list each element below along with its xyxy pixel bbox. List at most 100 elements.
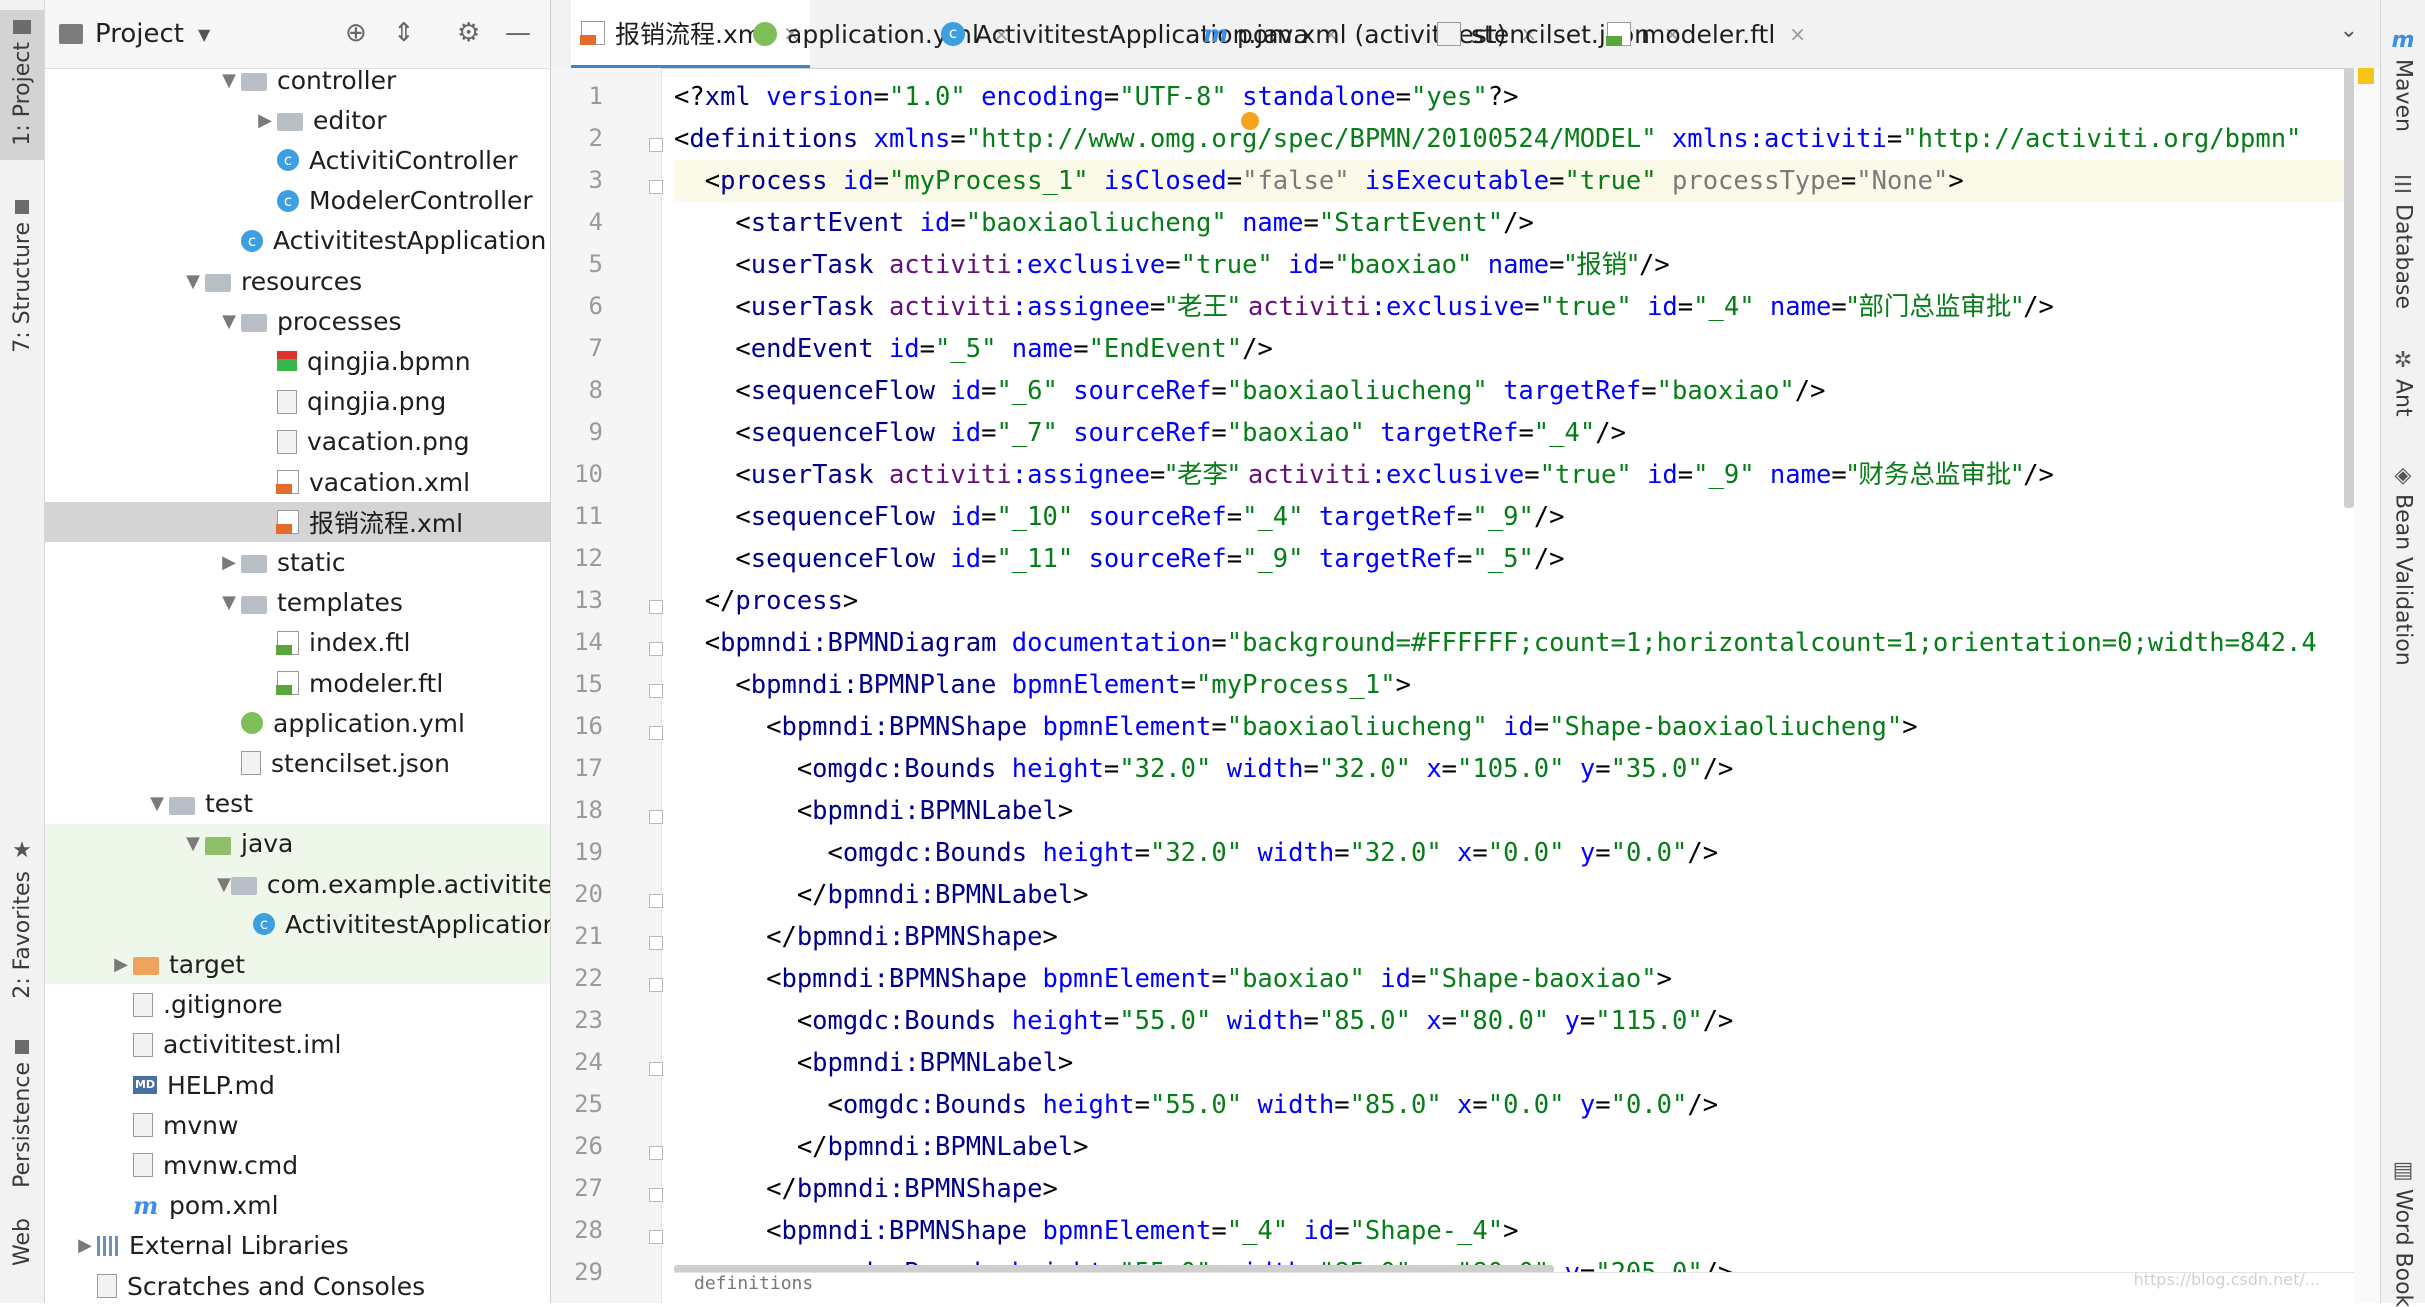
chevron-right-icon[interactable]: ▶: [253, 110, 277, 131]
tree-item[interactable]: ▶ target: [45, 944, 550, 985]
code-line[interactable]: <bpmndi:BPMNShape bpmnElement="baoxiaoli…: [674, 706, 1918, 748]
tree-item[interactable]: c ActivititestApplication: [45, 904, 550, 945]
tree-item[interactable]: application.yml: [45, 703, 550, 743]
tool-tab-database[interactable]: ☰ Database: [2381, 165, 2425, 335]
code-line[interactable]: <userTask activiti:exclusive="true" id="…: [674, 244, 1669, 286]
project-view-selector[interactable]: Project: [95, 19, 184, 49]
tree-item[interactable]: ▼ java: [45, 823, 550, 864]
tree-item[interactable]: ▼ resources: [45, 261, 550, 301]
tool-tab-favorites[interactable]: ★ 2: Favorites: [0, 830, 44, 1000]
code-line[interactable]: <omgdc:Bounds height="55.0" width="85.0"…: [674, 1000, 1734, 1042]
locate-file-icon[interactable]: ⊕: [345, 20, 367, 46]
tree-item[interactable]: ▼ templates: [45, 583, 550, 623]
fold-marker-icon[interactable]: [649, 1188, 663, 1202]
code-line[interactable]: <sequenceFlow id="_6" sourceRef="baoxiao…: [674, 370, 1825, 412]
code-line[interactable]: <bpmndi:BPMNShape bpmnElement="baoxiao" …: [674, 958, 1672, 1000]
code-line[interactable]: <userTask activiti:assignee="老王" activit…: [674, 286, 2053, 328]
code-line[interactable]: <bpmndi:BPMNLabel>: [674, 1042, 1073, 1084]
tree-item[interactable]: ▶ static: [45, 542, 550, 582]
code-area[interactable]: <?xml version="1.0" encoding="UTF-8" sta…: [674, 68, 2374, 1303]
tree-item[interactable]: vacation.png: [45, 422, 550, 462]
chevron-down-icon[interactable]: ▼: [217, 874, 231, 895]
chevron-down-icon[interactable]: ▼: [145, 793, 169, 814]
gear-icon[interactable]: ⚙: [457, 20, 480, 46]
chevron-down-icon[interactable]: ▼: [198, 25, 210, 44]
tree-item[interactable]: c ActivitiController: [45, 140, 550, 180]
chevron-down-icon[interactable]: ▼: [217, 70, 241, 91]
tree-item[interactable]: ▶ editor: [45, 100, 550, 140]
code-line[interactable]: <bpmndi:BPMNDiagram documentation="backg…: [674, 622, 2317, 664]
close-icon[interactable]: ×: [1789, 22, 1806, 46]
fold-marker-icon[interactable]: [649, 642, 663, 656]
tree-item[interactable]: mvnw: [45, 1105, 550, 1145]
fold-marker-icon[interactable]: [649, 684, 663, 698]
tree-item[interactable]: .gitignore: [45, 985, 550, 1025]
code-line[interactable]: <bpmndi:BPMNLabel>: [674, 790, 1073, 832]
chevron-right-icon[interactable]: ▶: [217, 552, 241, 573]
tool-tab-word-book[interactable]: ▤ Word Book: [2381, 1150, 2425, 1307]
tree-item[interactable]: c ActivititestApplication: [45, 221, 550, 261]
fold-marker-icon[interactable]: [649, 1062, 663, 1076]
tree-item[interactable]: 报销流程.xml: [45, 502, 550, 543]
code-line[interactable]: </bpmndi:BPMNShape>: [674, 1168, 1058, 1210]
fold-marker-icon[interactable]: [649, 600, 663, 614]
fold-marker-icon[interactable]: [649, 810, 663, 824]
code-line[interactable]: <sequenceFlow id="_10" sourceRef="_4" ta…: [674, 496, 1564, 538]
tree-item[interactable]: m pom.xml: [45, 1186, 550, 1226]
fold-marker-icon[interactable]: [649, 894, 663, 908]
code-line[interactable]: <omgdc:Bounds height="32.0" width="32.0"…: [674, 748, 1734, 790]
code-line[interactable]: <userTask activiti:assignee="老李" activit…: [674, 454, 2053, 496]
tree-item[interactable]: mvnw.cmd: [45, 1145, 550, 1185]
tree-item[interactable]: stencilset.json: [45, 743, 550, 783]
tool-tab-project[interactable]: 1: Project: [0, 10, 44, 160]
code-line[interactable]: <process id="myProcess_1" isClosed="fals…: [674, 160, 2374, 202]
code-line[interactable]: </bpmndi:BPMNLabel>: [674, 1126, 1089, 1168]
vertical-scrollbar[interactable]: [2344, 68, 2354, 508]
chevron-down-icon[interactable]: ▼: [217, 592, 241, 613]
tree-item[interactable]: ▼ controller: [45, 60, 550, 100]
hide-panel-icon[interactable]: —: [505, 20, 531, 46]
tool-tab-maven[interactable]: m Maven: [2381, 20, 2425, 150]
tree-item[interactable]: activititest.iml: [45, 1025, 550, 1065]
tree-item[interactable]: c ModelerController: [45, 181, 550, 221]
tree-item[interactable]: Scratches and Consoles: [45, 1266, 550, 1303]
tree-item[interactable]: ▼ com.example.activititest: [45, 864, 550, 904]
tool-tab-persistence[interactable]: Persistence: [0, 1030, 44, 1190]
fold-marker-icon[interactable]: [649, 138, 663, 152]
fold-marker-icon[interactable]: [649, 726, 663, 740]
fold-marker-icon[interactable]: [649, 936, 663, 950]
code-line[interactable]: <sequenceFlow id="_7" sourceRef="baoxiao…: [674, 412, 1626, 454]
code-line[interactable]: </process>: [674, 580, 859, 622]
tree-item[interactable]: vacation.xml: [45, 462, 550, 502]
editor-tab[interactable]: modeler.ftl ×: [1597, 0, 1816, 68]
fold-marker-icon[interactable]: [649, 1230, 663, 1244]
fold-marker-icon[interactable]: [649, 1146, 663, 1160]
fold-marker-icon[interactable]: [649, 978, 663, 992]
tree-item[interactable]: ▼ test: [45, 784, 550, 824]
code-line[interactable]: </bpmndi:BPMNShape>: [674, 916, 1058, 958]
code-line[interactable]: <endEvent id="_5" name="EndEvent"/>: [674, 328, 1272, 370]
breadcrumb[interactable]: definitions: [674, 1272, 2374, 1303]
chevron-down-icon[interactable]: ⌄: [2340, 18, 2358, 43]
tree-item[interactable]: MD HELP.md: [45, 1065, 550, 1105]
breadcrumb-item[interactable]: definitions: [674, 1273, 813, 1294]
code-line[interactable]: <bpmndi:BPMNShape bpmnElement="_4" id="S…: [674, 1210, 1518, 1252]
code-line[interactable]: <omgdc:Bounds height="32.0" width="32.0"…: [674, 832, 1719, 874]
chevron-right-icon[interactable]: ▶: [109, 954, 133, 975]
chevron-down-icon[interactable]: ▼: [217, 311, 241, 332]
chevron-down-icon[interactable]: ▼: [181, 271, 205, 292]
code-line[interactable]: </bpmndi:BPMNLabel>: [674, 874, 1089, 916]
code-line[interactable]: <bpmndi:BPMNPlane bpmnElement="myProcess…: [674, 664, 1411, 706]
fold-marker-icon[interactable]: [649, 180, 663, 194]
tree-item[interactable]: modeler.ftl: [45, 663, 550, 703]
tree-item[interactable]: qingjia.png: [45, 382, 550, 422]
tool-tab-structure[interactable]: 7: Structure: [0, 190, 44, 360]
code-line[interactable]: <startEvent id="baoxiaoliucheng" name="S…: [674, 202, 1533, 244]
tool-tab-bean-validation[interactable]: ◈ Bean Validation: [2381, 455, 2425, 695]
code-line[interactable]: <sequenceFlow id="_11" sourceRef="_9" ta…: [674, 538, 1564, 580]
tool-tab-web[interactable]: Web: [0, 1210, 44, 1300]
tool-tab-ant[interactable]: ✲ Ant: [2381, 340, 2425, 450]
chevron-right-icon[interactable]: ▶: [73, 1235, 97, 1256]
tree-item[interactable]: index.ftl: [45, 623, 550, 663]
inspection-status-icon[interactable]: [2358, 68, 2374, 84]
